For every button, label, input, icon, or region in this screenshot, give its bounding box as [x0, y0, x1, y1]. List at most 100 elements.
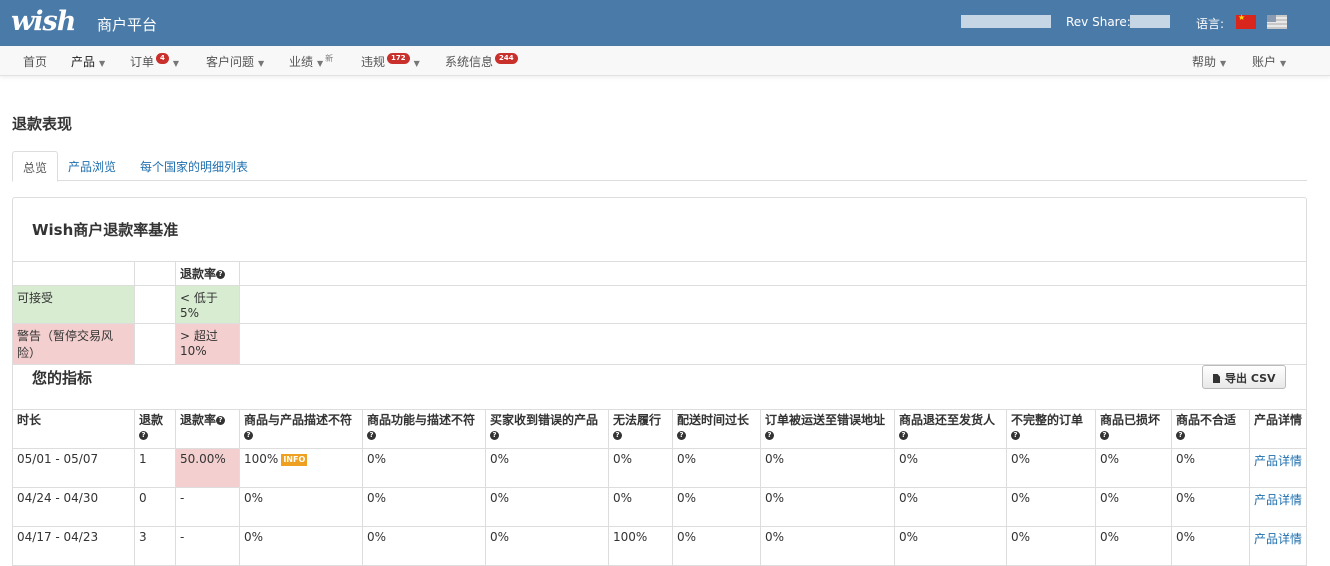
cell-refund-rate: - — [175, 526, 240, 566]
tab-product-browse[interactable]: 产品浏览 — [58, 151, 126, 181]
col-incomplete-order: 不完整的订单? — [1006, 409, 1096, 449]
help-icon[interactable]: ? — [899, 431, 908, 440]
chevron-down-icon: ▼ — [99, 59, 106, 68]
chevron-down-icon: ▼ — [1220, 59, 1227, 68]
help-icon[interactable]: ? — [1100, 431, 1109, 440]
help-icon[interactable]: ? — [490, 431, 499, 440]
col-refund-rate: 退款率? — [175, 409, 240, 449]
cell-c9: 0% — [1095, 526, 1172, 566]
bench-value-acceptable: < 低于5% — [175, 285, 240, 324]
nav-system-info[interactable]: 系统信息 244 — [445, 53, 518, 70]
col-damaged: 商品已损坏? — [1095, 409, 1172, 449]
cell-refunds: 1 — [134, 448, 176, 488]
nav-violations[interactable]: 违规 172▼ — [361, 53, 420, 70]
cell-c6: 0% — [760, 487, 895, 527]
main-nav: 首页 产品 ▼ 订单 4▼ 客户问题 ▼ 业绩 ▼新 违规 172▼ 系统信息 244 帮助… — [0, 46, 1330, 76]
cell-c4: 100% — [608, 526, 673, 566]
cell-c2: 0% — [362, 487, 486, 527]
help-icon[interactable]: ? — [613, 431, 622, 440]
metrics-table: 时长 退款? 退款率? 商品与产品描述不符? 商品功能与描述不符? 买家收到错误… — [12, 409, 1307, 566]
cell-c5: 0% — [672, 448, 761, 488]
orders-badge: 4 — [156, 53, 169, 64]
wish-logo[interactable]: wish — [11, 6, 76, 37]
china-flag-icon[interactable] — [1236, 13, 1256, 29]
new-label: 新 — [325, 54, 334, 63]
help-icon[interactable]: ? — [677, 431, 686, 440]
us-flag-icon[interactable] — [1267, 15, 1287, 29]
cell-c10: 0% — [1171, 526, 1250, 566]
col-not-fit: 商品不合适? — [1171, 409, 1250, 449]
nav-customer-issues[interactable]: 客户问题 ▼ — [206, 53, 264, 70]
top-header: wish 商户平台 Rev Share: 语言: — [0, 0, 1330, 46]
cell-c6: 0% — [760, 448, 895, 488]
bench-cell — [239, 323, 1307, 365]
nav-account[interactable]: 账户 ▼ — [1252, 53, 1286, 70]
table-row: 05/01 - 05/07 1 50.00% 100% INFO 0% 0% 0%… — [12, 448, 1307, 488]
export-csv-label: 导出 CSV — [1225, 372, 1276, 385]
cell-c9: 0% — [1095, 448, 1172, 488]
cell-c4: 0% — [608, 448, 673, 488]
bench-cell — [134, 323, 176, 365]
bench-cell — [134, 285, 176, 324]
cell-c7: 0% — [894, 487, 1007, 527]
tab-country-breakdown[interactable]: 每个国家的明细列表 — [130, 151, 258, 181]
help-icon[interactable]: ? — [1176, 431, 1185, 440]
col-not-as-described: 商品与产品描述不符? — [239, 409, 363, 449]
help-icon[interactable]: ? — [216, 416, 226, 425]
help-icon[interactable]: ? — [367, 431, 376, 440]
benchmark-table: 退款率? 可接受 < 低于5% 警告（暂停交易风险） > 超过10% — [12, 261, 1307, 365]
col-wrong-address: 订单被运送至错误地址? — [760, 409, 895, 449]
cell-c1: 100% INFO — [239, 448, 363, 488]
bench-label-acceptable: 可接受 — [12, 285, 135, 324]
table-row: 04/17 - 04/23 3 - 0% 0% 0% 100% 0% 0% 0%… — [12, 526, 1307, 566]
metrics-title: 您的指标 — [32, 369, 93, 387]
nav-orders[interactable]: 订单 4▼ — [130, 53, 179, 70]
cell-c3: 0% — [485, 487, 609, 527]
cell-c5: 0% — [672, 526, 761, 566]
cell-c3: 0% — [485, 448, 609, 488]
help-icon[interactable]: ? — [1011, 431, 1020, 440]
cell-refund-rate: - — [175, 487, 240, 527]
tab-overview[interactable]: 总览 — [12, 151, 59, 182]
chevron-down-icon: ▼ — [258, 59, 265, 68]
chevron-down-icon: ▼ — [317, 59, 324, 68]
bench-header-empty — [12, 261, 135, 286]
cell-c8: 0% — [1006, 487, 1096, 527]
bench-header-rate: 退款率? — [175, 261, 240, 286]
col-refunds: 退款? — [134, 409, 176, 449]
cell-c10: 0% — [1171, 448, 1250, 488]
redacted-merchant-name — [961, 15, 1051, 28]
cell-c8: 0% — [1006, 448, 1096, 488]
help-icon[interactable]: ? — [765, 431, 774, 440]
cell-c4: 0% — [608, 487, 673, 527]
product-details-link[interactable]: 产品详情 — [1249, 487, 1307, 527]
info-badge[interactable]: INFO — [281, 453, 308, 466]
product-details-link[interactable]: 产品详情 — [1249, 526, 1307, 566]
product-details-link[interactable]: 产品详情 — [1249, 448, 1307, 488]
cell-c6: 0% — [760, 526, 895, 566]
table-row: 04/24 - 04/30 0 - 0% 0% 0% 0% 0% 0% 0% 0… — [12, 487, 1307, 527]
nav-home[interactable]: 首页 — [23, 53, 47, 70]
nav-help[interactable]: 帮助 ▼ — [1192, 53, 1226, 70]
cell-period: 04/17 - 04/23 — [12, 526, 135, 566]
col-product-details: 产品详情 — [1249, 409, 1307, 449]
cell-c2: 0% — [362, 448, 486, 488]
cell-refunds: 3 — [134, 526, 176, 566]
col-period: 时长 — [12, 409, 135, 449]
help-icon[interactable]: ? — [139, 431, 148, 440]
cell-c3: 0% — [485, 526, 609, 566]
help-icon[interactable]: ? — [244, 431, 253, 440]
bench-cell — [239, 285, 1307, 324]
metrics-header-row: 时长 退款? 退款率? 商品与产品描述不符? 商品功能与描述不符? 买家收到错误… — [12, 409, 1307, 449]
cell-c7: 0% — [894, 448, 1007, 488]
export-csv-button[interactable]: 导出 CSV — [1202, 365, 1286, 389]
help-icon[interactable]: ? — [216, 270, 226, 279]
platform-title: 商户平台 — [97, 16, 158, 34]
rev-share-label: Rev Share: — [1066, 15, 1131, 29]
nav-performance[interactable]: 业绩 ▼新 — [289, 53, 333, 70]
cell-c1: 0% — [239, 487, 363, 527]
col-shipping-too-long: 配送时间过长? — [672, 409, 761, 449]
bench-header-empty — [239, 261, 1307, 286]
nav-products[interactable]: 产品 ▼ — [71, 53, 105, 70]
cell-refunds: 0 — [134, 487, 176, 527]
